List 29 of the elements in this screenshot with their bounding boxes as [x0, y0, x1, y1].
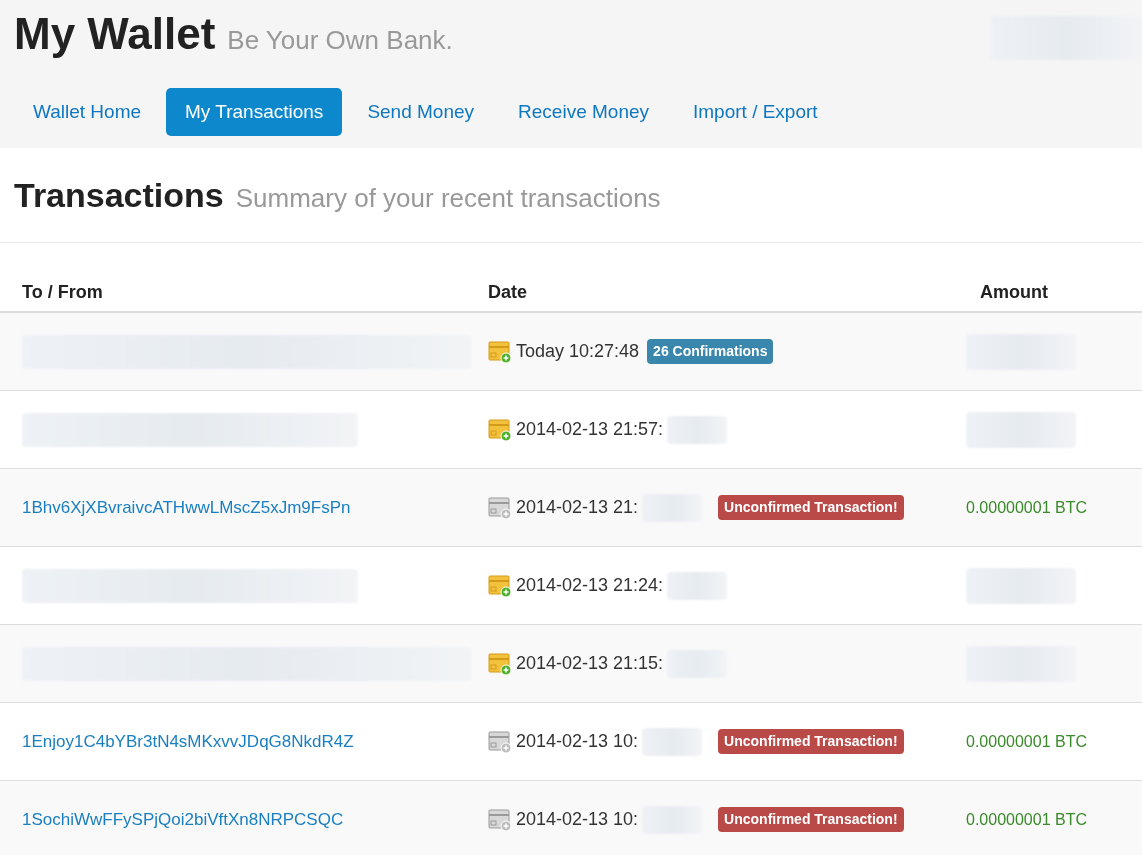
status-badge: Unconfirmed Transaction! [718, 495, 904, 520]
section-title: Transactions [14, 178, 224, 212]
date-text: 2014-02-13 21:15: [516, 652, 664, 675]
date-text: 2014-02-13 10: [516, 730, 639, 753]
column-header: To / From [21, 280, 104, 304]
nav-tab[interactable]: My Transactions [166, 88, 343, 136]
address-link[interactable]: 1SochiWwFFySPjQoi2biVftXn8NRPCSQC [22, 809, 344, 829]
address-link[interactable]: 1Bhv6XjXBvraivcATHwwLMscZ5xJm9FsPn [22, 497, 351, 517]
nav-tab[interactable]: Send Money [348, 88, 494, 136]
app-tagline: Be Your Own Bank. [227, 24, 453, 57]
amount-text: 0.00000001 BTC [966, 498, 1087, 516]
address-link[interactable]: 1Enjoy1C4bYBr3tN4sMKxvvJDqG8NkdR4Z [22, 731, 354, 751]
column-header: Date [487, 280, 528, 304]
date-text: 2014-02-13 21:24: [516, 574, 664, 597]
nav-tab[interactable]: Import / Export [674, 88, 837, 136]
status-badge: Unconfirmed Transaction! [718, 729, 904, 754]
date-text: 2014-02-13 21:57: [516, 418, 664, 441]
amount-text: 0.00000001 BTC [966, 810, 1087, 828]
nav-tab[interactable]: Receive Money [499, 88, 668, 136]
date-text: 2014-02-13 10: [516, 808, 639, 831]
date-text: Today 10:27:48 [516, 340, 640, 363]
nav-tab[interactable]: Wallet Home [14, 88, 161, 136]
status-badge: 26 Confirmations [647, 339, 774, 364]
amount-text: 0.00000001 BTC [966, 732, 1087, 750]
section-subtitle: Summary of your recent transactions [235, 182, 661, 215]
column-header: Amount [979, 280, 1049, 304]
app-title: My Wallet [14, 12, 216, 56]
date-text: 2014-02-13 21: [516, 496, 639, 519]
status-badge: Unconfirmed Transaction! [718, 807, 904, 832]
